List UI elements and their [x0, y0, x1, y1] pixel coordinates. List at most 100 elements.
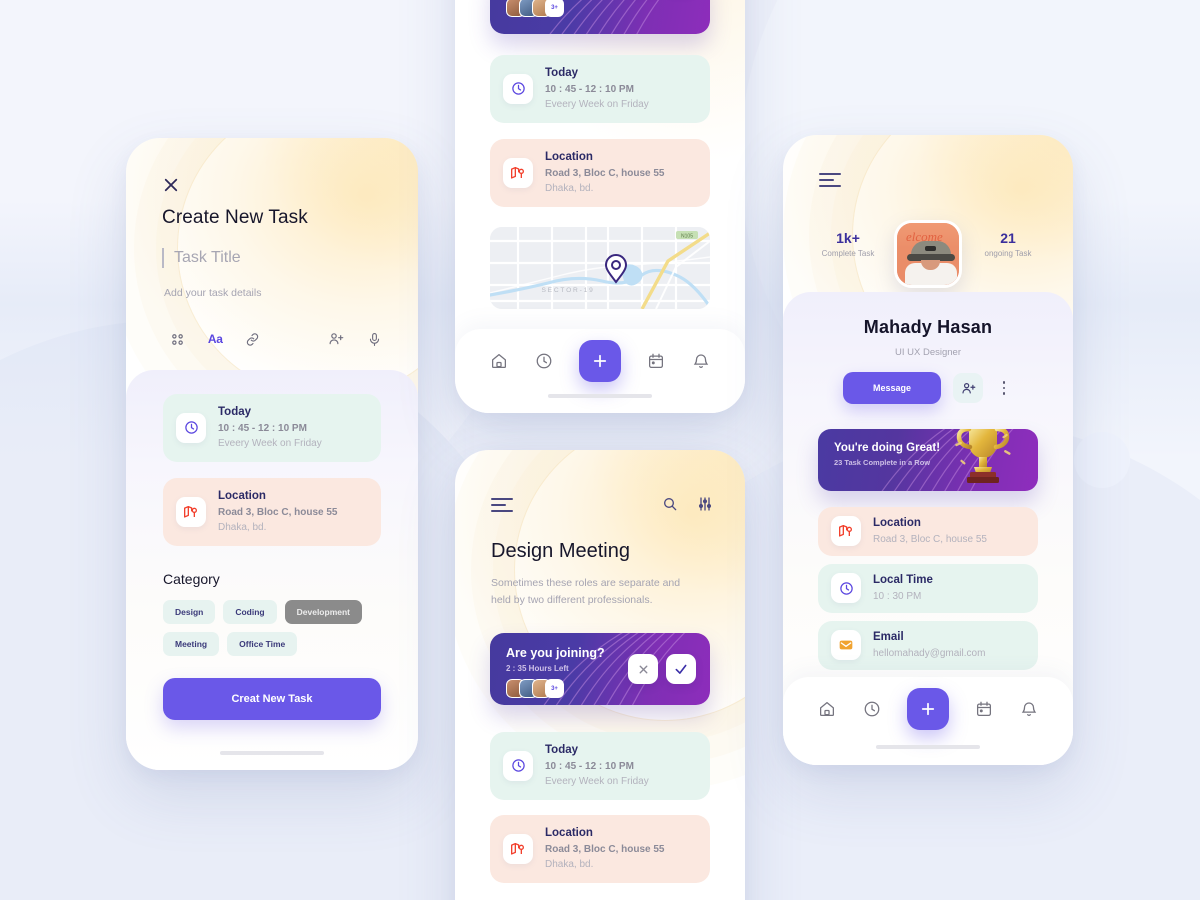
filter-button[interactable]: [697, 496, 713, 517]
avatar-more-count: 3+: [545, 679, 564, 698]
nav-add-button[interactable]: [906, 688, 949, 730]
microphone-icon[interactable]: [367, 332, 382, 347]
bell-icon: [693, 354, 708, 369]
meeting-description-line1: Sometimes these roles are separate and: [491, 577, 681, 589]
time-card-range: 10 : 45 - 12 : 10 PM: [218, 422, 307, 434]
map-icon: [503, 157, 533, 188]
join-card[interactable]: Are you joining? 3+: [490, 0, 710, 34]
close-icon: [639, 665, 647, 673]
time-card-title: Today: [545, 67, 579, 79]
home-indicator: [876, 745, 980, 749]
join-card[interactable]: Are you joining? 2 : 35 Hours Left 3+: [490, 633, 710, 705]
menu-button[interactable]: [819, 173, 841, 188]
home-indicator: [220, 751, 324, 755]
add-person-icon[interactable]: [328, 331, 344, 347]
category-heading: Category: [163, 571, 220, 587]
time-card[interactable]: Today 10 : 45 - 12 : 10 PM Eveery Week o…: [163, 394, 381, 462]
phone-task-detail-top: Are you joining? 3+: [455, 0, 745, 413]
link-icon[interactable]: [245, 332, 260, 347]
attendee-avatars[interactable]: 3+: [506, 679, 564, 698]
map-graphic: N105 SECTOR-19: [490, 227, 710, 309]
time-card[interactable]: Today 10 : 45 - 12 : 10 PM Eveery Week o…: [490, 732, 710, 800]
task-title-input[interactable]: Task Title: [162, 248, 382, 268]
more-vertical-icon: [1002, 381, 1006, 384]
search-button[interactable]: [662, 496, 678, 517]
page-title: Create New Task: [162, 207, 308, 228]
text-caret: [162, 248, 164, 268]
location-card-city: Dhaka, bd.: [218, 521, 267, 533]
profile-role: UI UX Designer: [895, 347, 961, 358]
category-chip-development[interactable]: Development: [284, 600, 362, 624]
time-card-title: Today: [545, 744, 579, 756]
local-time-card[interactable]: Local Time 10 : 30 PM: [818, 564, 1038, 613]
clock-icon: [864, 701, 879, 717]
join-card-countdown: 2 : 35 Hours Left: [506, 664, 569, 673]
menu-button[interactable]: [491, 498, 513, 513]
home-icon: [820, 701, 835, 717]
category-chip-coding[interactable]: Coding: [223, 600, 277, 624]
map-preview[interactable]: N105 SECTOR-19: [490, 227, 710, 309]
clock-icon: [831, 573, 861, 604]
task-details-input[interactable]: Add your task details: [164, 287, 261, 299]
nav-bell[interactable]: [1020, 700, 1038, 718]
stat-ongoing-label: ongoing Task: [984, 249, 1032, 258]
location-card-city: Dhaka, bd.: [545, 858, 594, 870]
more-button[interactable]: [995, 381, 1013, 395]
location-card-address: Road 3, Bloc C, house 55: [545, 167, 665, 179]
location-card[interactable]: Location Road 3, Bloc C, house 55: [818, 507, 1038, 556]
attendee-avatars[interactable]: 3+: [506, 0, 564, 17]
profile-actions: Message: [783, 372, 1073, 404]
stat-ongoing-task: 21 ongoing Task: [965, 230, 1051, 258]
nav-clock[interactable]: [535, 352, 553, 370]
map-icon: [176, 496, 206, 527]
bottom-nav: [455, 329, 745, 413]
create-task-button[interactable]: Creat New Task: [163, 678, 381, 720]
bell-icon: [1021, 702, 1036, 717]
map-icon: [831, 516, 861, 547]
avatar[interactable]: elcome: [894, 220, 962, 288]
stat-complete-label: Complete Task: [821, 249, 875, 258]
stat-complete-task: 1k+ Complete Task: [805, 230, 891, 258]
location-card[interactable]: Location Road 3, Bloc C, house 55 Dhaka,…: [163, 478, 381, 546]
location-card-title: Location: [545, 151, 593, 163]
decline-button[interactable]: [628, 654, 658, 684]
meeting-description-line2: held by two different professionals.: [491, 594, 653, 607]
nav-bell[interactable]: [692, 352, 710, 370]
location-card-title: Location: [545, 827, 593, 839]
category-chip-list: Design Coding Development Meeting Office…: [163, 600, 393, 656]
time-card[interactable]: Today 10 : 45 - 12 : 10 PM Eveery Week o…: [490, 55, 710, 123]
close-button[interactable]: [162, 176, 180, 199]
nav-calendar[interactable]: [647, 352, 665, 370]
accept-button[interactable]: [666, 654, 696, 684]
time-card-range: 10 : 45 - 12 : 10 PM: [545, 83, 634, 95]
location-card[interactable]: Location Road 3, Bloc C, house 55 Dhaka,…: [490, 139, 710, 207]
bg-circle-decor: [1074, 432, 1130, 488]
stat-complete-value: 1k+: [836, 230, 860, 246]
message-button[interactable]: Message: [842, 372, 942, 404]
time-card-repeat: Eveery Week on Friday: [218, 437, 322, 449]
avatar-more-count: 3+: [545, 0, 564, 17]
stat-ongoing-value: 21: [1000, 230, 1016, 246]
close-icon: [164, 178, 178, 192]
clock-icon: [503, 73, 533, 104]
nav-clock[interactable]: [863, 700, 881, 718]
page-title: Design Meeting: [491, 540, 630, 562]
add-friend-button[interactable]: [953, 373, 984, 403]
nav-home[interactable]: [818, 700, 836, 718]
category-chip-meeting[interactable]: Meeting: [163, 632, 220, 656]
local-time-title: Local Time: [873, 574, 933, 586]
warm-gradient: [455, 0, 745, 260]
category-chip-office-time[interactable]: Office Time: [227, 632, 298, 656]
nav-home[interactable]: [490, 352, 508, 370]
time-card-repeat: Eveery Week on Friday: [545, 775, 649, 787]
email-card[interactable]: Email hellomahady@gmail.com: [818, 621, 1038, 670]
nav-calendar[interactable]: [975, 700, 993, 718]
text-format-icon[interactable]: Aa: [208, 332, 223, 346]
nav-add-button[interactable]: [578, 340, 621, 382]
location-card[interactable]: Location Road 3, Bloc C, house 55 Dhaka,…: [490, 815, 710, 883]
location-card-city: Dhaka, bd.: [545, 182, 594, 194]
achievement-card[interactable]: You're doing Great! 23 Task Complete in …: [818, 429, 1038, 491]
time-card-repeat: Eveery Week on Friday: [545, 98, 649, 110]
grid-icon[interactable]: [170, 332, 185, 347]
category-chip-design[interactable]: Design: [163, 600, 216, 624]
